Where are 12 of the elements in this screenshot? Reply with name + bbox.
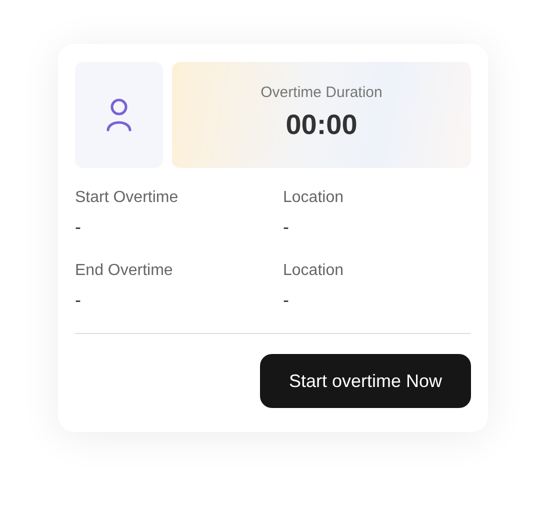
field-label: Start Overtime [75,188,180,208]
field-label: End Overtime [75,260,174,280]
field-label: Location [283,188,344,208]
duration-label: Overtime Duration [260,85,382,100]
field-value: - [283,216,290,238]
field-value: - [75,288,82,311]
field-label: Location [283,260,344,280]
duration-value: 00:00 [286,111,358,139]
start-overtime-button[interactable]: Start overtime Now [260,354,471,408]
field-value: - [283,288,290,311]
user-icon [106,98,132,132]
field-value: - [75,216,82,238]
